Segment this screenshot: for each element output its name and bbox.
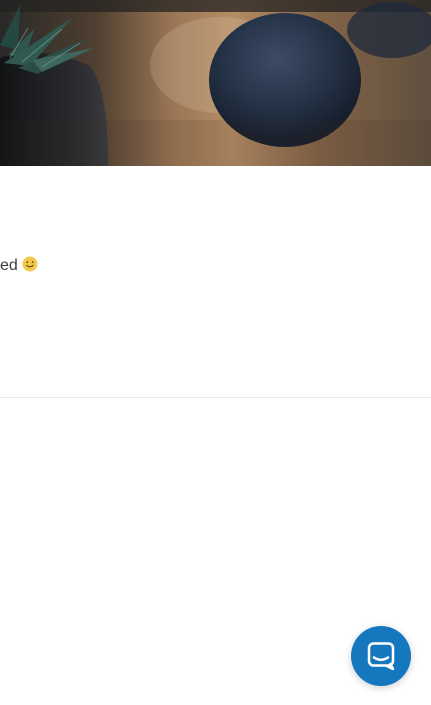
chat-launcher-button[interactable] [351, 626, 411, 686]
message-content: ed [0, 257, 18, 274]
message-text: ed [0, 256, 38, 276]
hero-image [0, 0, 431, 166]
section-divider [0, 397, 431, 398]
message-panel [0, 166, 431, 397]
page-root: ed [0, 0, 431, 705]
hero-photo [0, 0, 431, 166]
chat-icon [367, 642, 395, 671]
smile-icon [22, 256, 38, 272]
